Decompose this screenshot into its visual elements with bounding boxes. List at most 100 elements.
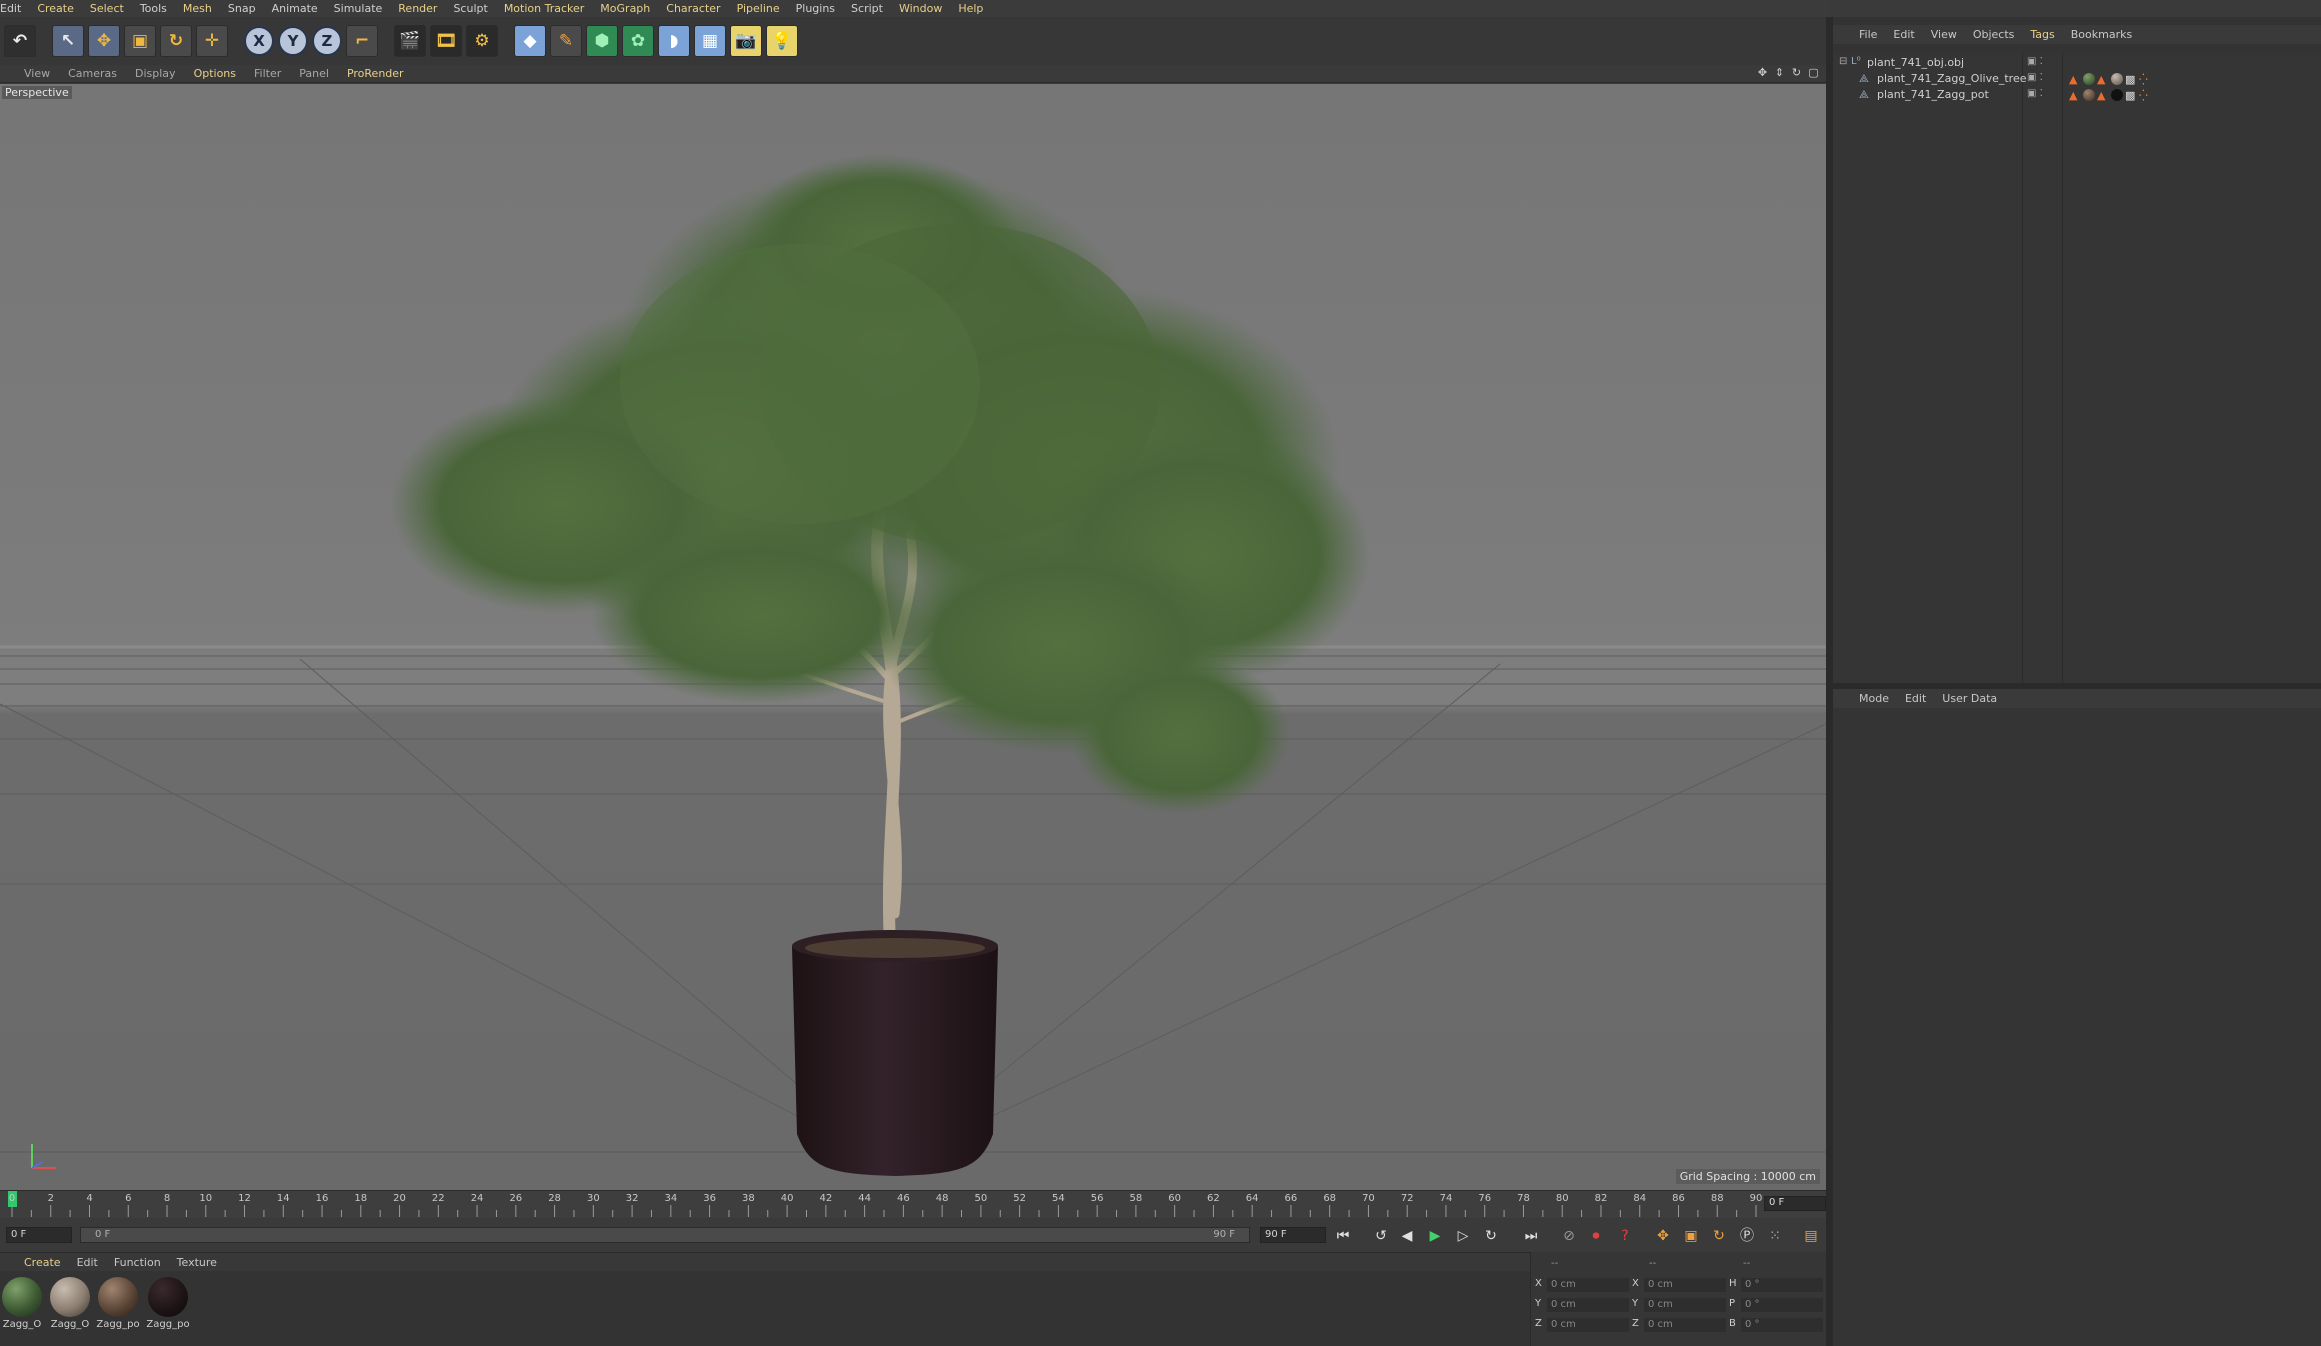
menu-animate[interactable]: Animate (264, 2, 326, 15)
deformer-icon[interactable]: ◗ (658, 25, 690, 57)
keyframe-mode-icon[interactable]: ⊘ (1558, 1225, 1580, 1247)
coord-value[interactable]: 0 cm (1644, 1318, 1726, 1332)
loop-forward-icon[interactable]: ↻ (1480, 1225, 1502, 1247)
end-frame-field[interactable]: 90 F (1260, 1227, 1326, 1243)
menu-mograph[interactable]: MoGraph (592, 2, 658, 15)
om-menu-edit[interactable]: Edit (1885, 28, 1922, 41)
viewport-menu-cameras[interactable]: Cameras (59, 67, 126, 80)
coord-value[interactable]: 0 ° (1741, 1278, 1823, 1292)
material-menu-edit[interactable]: Edit (69, 1256, 106, 1269)
menu-window[interactable]: Window (891, 2, 950, 15)
scale-tool-icon[interactable]: ▣ (124, 25, 156, 57)
key-parameter-icon[interactable]: Ⓟ (1736, 1225, 1758, 1247)
render-view-icon[interactable]: 🎬 (394, 25, 426, 57)
material-tag-icon[interactable] (2083, 89, 2095, 101)
go-to-end-icon[interactable]: ⏭ (1520, 1225, 1542, 1247)
object-row[interactable]: ⟁ plant_741_Zagg_Olive_tree ▣ ⁚ ▲ ▲ ▩ ⁛ (1833, 72, 2321, 86)
am-menu-user-data[interactable]: User Data (1934, 692, 2005, 705)
viewport-menu-options[interactable]: Options (185, 67, 245, 80)
material-tag-icon[interactable] (2111, 89, 2123, 101)
pan-view-icon[interactable]: ✥ (1756, 66, 1769, 79)
maximize-view-icon[interactable]: ▢ (1807, 66, 1820, 79)
coord-value[interactable]: 0 cm (1547, 1278, 1629, 1292)
cloner-icon[interactable]: ✿ (622, 25, 654, 57)
render-to-picture-viewer-icon[interactable]: 🎞 (430, 25, 462, 57)
menu-render[interactable]: Render (390, 2, 445, 15)
menu-character[interactable]: Character (658, 2, 728, 15)
visibility-toggle-icon[interactable]: ▣ ⁚ (2027, 88, 2043, 99)
material-swatch[interactable]: Zagg_O (48, 1277, 92, 1337)
menu-sculpt[interactable]: Sculpt (445, 2, 495, 15)
menu-edit[interactable]: Edit (0, 2, 29, 15)
frame-range-slider[interactable]: 0 F 90 F (80, 1227, 1250, 1243)
orbit-view-icon[interactable]: ↻ (1790, 66, 1803, 79)
move-tool-icon[interactable]: ✥ (88, 25, 120, 57)
material-swatch[interactable]: Zagg_O (0, 1277, 44, 1337)
cube-primitive-icon[interactable]: ◆ (514, 25, 546, 57)
visibility-toggle-icon[interactable]: ▣ ⁚ (2027, 72, 2043, 83)
visibility-toggle-icon[interactable]: ▣ ⁚ (2027, 56, 2043, 67)
material-menu-texture[interactable]: Texture (169, 1256, 225, 1269)
record-icon[interactable]: ⏺ (1585, 1225, 1607, 1247)
3d-viewport[interactable]: Perspective Grid Spacing : 10000 cm (0, 84, 1826, 1190)
material-tag-icon[interactable] (2083, 73, 2095, 85)
menu-mesh[interactable]: Mesh (175, 2, 220, 15)
om-menu-file[interactable]: File (1851, 28, 1885, 41)
menu-help[interactable]: Help (950, 2, 991, 15)
camera-icon[interactable]: 📷 (730, 25, 762, 57)
menu-pipeline[interactable]: Pipeline (729, 2, 788, 15)
pen-spline-icon[interactable]: ✎ (550, 25, 582, 57)
viewport-menu-view[interactable]: View (0, 67, 59, 80)
key-rotation-icon[interactable]: ↻ (1708, 1225, 1730, 1247)
uvw-tag-icon[interactable]: ▩ (2125, 73, 2137, 86)
current-frame-field[interactable]: 0 F (1764, 1196, 1826, 1211)
am-menu-edit[interactable]: Edit (1897, 692, 1934, 705)
menu-tools[interactable]: Tools (132, 2, 175, 15)
autokey-icon[interactable]: ? (1614, 1225, 1636, 1247)
y-axis-lock-button[interactable]: Y (278, 26, 308, 56)
undo-icon[interactable]: ↶ (4, 25, 36, 57)
render-settings-icon[interactable]: ⚙ (466, 25, 498, 57)
play-icon[interactable]: ▶ (1424, 1225, 1446, 1247)
coord-value[interactable]: 0 ° (1741, 1318, 1823, 1332)
material-swatch[interactable]: Zagg_po (96, 1277, 140, 1337)
start-frame-field[interactable]: 0 F (6, 1227, 72, 1243)
coord-value[interactable]: 0 cm (1644, 1298, 1726, 1312)
light-icon[interactable]: 💡 (766, 25, 798, 57)
coord-value[interactable]: 0 cm (1644, 1278, 1726, 1292)
phong-tag-icon[interactable]: ▲ (2097, 89, 2109, 102)
x-axis-lock-button[interactable]: X (244, 26, 274, 56)
selection-tag-icon[interactable]: ⁛ (2139, 73, 2151, 86)
transform-tool-icon[interactable]: ✛ (196, 25, 228, 57)
material-tag-icon[interactable] (2111, 73, 2123, 85)
menu-script[interactable]: Script (843, 2, 891, 15)
floor-scene-icon[interactable]: ▦ (694, 25, 726, 57)
phong-tag-icon[interactable]: ▲ (2069, 89, 2081, 102)
loop-icon[interactable]: ↺ (1370, 1225, 1392, 1247)
dolly-view-icon[interactable]: ⇕ (1773, 66, 1786, 79)
menu-motion-tracker[interactable]: Motion Tracker (496, 2, 592, 15)
selection-tool-icon[interactable]: ↖ (52, 25, 84, 57)
phong-tag-icon[interactable]: ▲ (2069, 73, 2081, 86)
z-axis-lock-button[interactable]: Z (312, 26, 342, 56)
viewport-menu-display[interactable]: Display (126, 67, 185, 80)
menu-simulate[interactable]: Simulate (326, 2, 391, 15)
coord-value[interactable]: 0 cm (1547, 1298, 1629, 1312)
viewport-menu-filter[interactable]: Filter (245, 67, 290, 80)
am-menu-mode[interactable]: Mode (1851, 692, 1897, 705)
viewport-menu-panel[interactable]: Panel (290, 67, 338, 80)
object-row[interactable]: ⟁ plant_741_Zagg_pot ▣ ⁚ ▲ ▲ ▩ ⁛ (1833, 88, 2321, 102)
menu-create[interactable]: Create (29, 2, 82, 15)
coordinate-system-icon[interactable]: ⌐ (346, 25, 378, 57)
collapse-icon[interactable]: ⊟ (1839, 56, 1847, 67)
selection-tag-icon[interactable]: ⁛ (2139, 89, 2151, 102)
object-row[interactable]: ⊟ L⁰ plant_741_obj.obj ▣ ⁚ (1833, 56, 2321, 70)
viewport-menu-prorender[interactable]: ProRender (338, 67, 413, 80)
key-pla-icon[interactable]: ⁙ (1764, 1225, 1786, 1247)
om-menu-objects[interactable]: Objects (1965, 28, 2023, 41)
om-menu-tags[interactable]: Tags (2022, 28, 2062, 41)
coord-value[interactable]: 0 cm (1547, 1318, 1629, 1332)
om-menu-view[interactable]: View (1923, 28, 1965, 41)
material-menu-create[interactable]: Create (0, 1256, 69, 1269)
step-back-icon[interactable]: ◀ (1396, 1225, 1418, 1247)
